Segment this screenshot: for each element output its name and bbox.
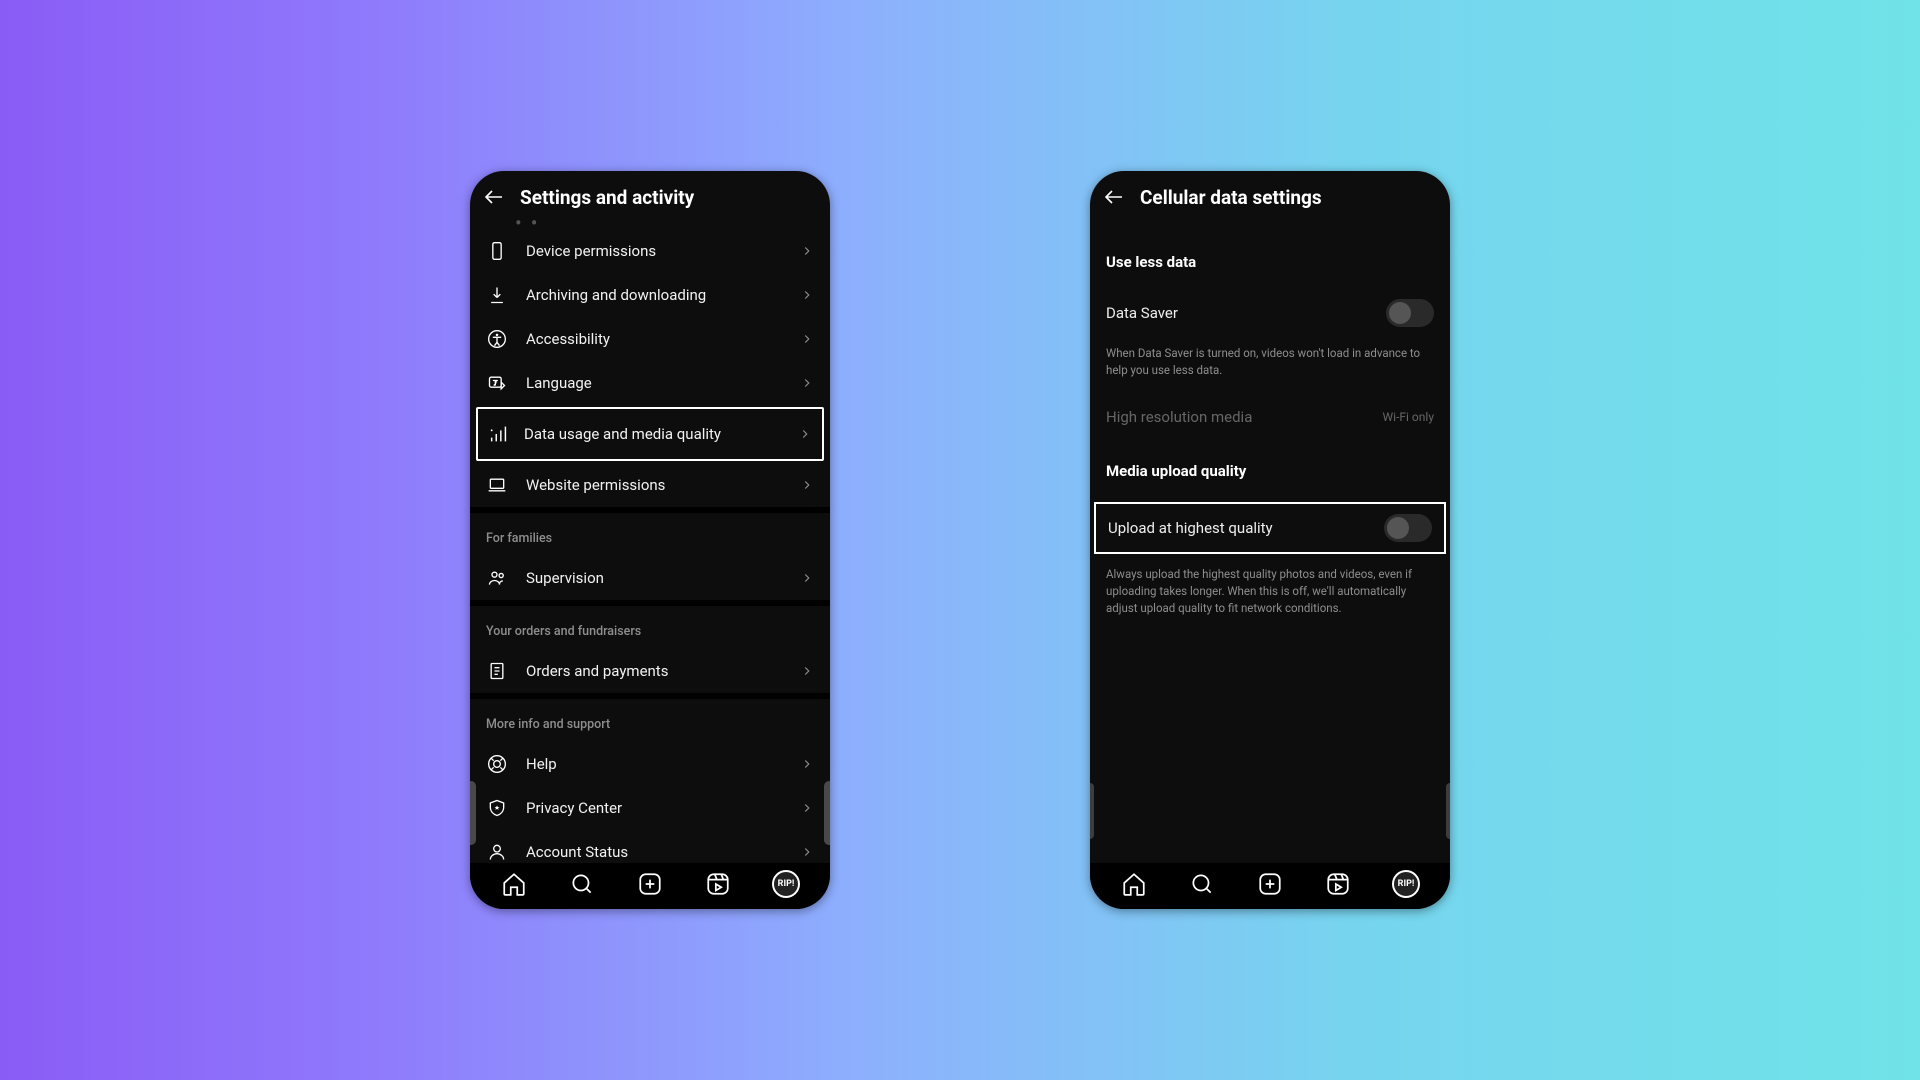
scroll-hint-dots: • • [470,219,830,229]
phone-left-settings: Settings and activity • • Device permiss… [470,171,830,909]
screen-edge-glow [1090,783,1094,839]
page-title: Settings and activity [520,186,694,209]
page-title: Cellular data settings [1140,186,1322,209]
nav-reels-icon[interactable] [704,870,732,898]
row-label: Privacy Center [526,799,782,817]
cellular-scroll: Use less data Data Saver When Data Saver… [1090,219,1450,863]
row-label: Device permissions [526,242,782,260]
data-saver-label: Data Saver [1106,304,1178,322]
language-icon [486,373,508,393]
receipt-icon [486,661,508,681]
chevron-right-icon [800,664,814,678]
row-label: Orders and payments [526,662,782,680]
row-privacy-center[interactable]: Privacy Center [470,786,830,830]
chevron-right-icon [800,288,814,302]
row-accessibility[interactable]: Accessibility [470,317,830,361]
chevron-right-icon [798,427,812,441]
shield-icon [486,798,508,818]
upload-description: Always upload the highest quality photos… [1090,558,1450,622]
row-label: Website permissions [526,476,782,494]
laptop-icon [486,475,508,495]
row-label: Language [526,374,782,392]
upload-label: Upload at highest quality [1108,519,1273,537]
download-icon [486,285,508,305]
section-for-families: For families [470,513,830,556]
nav-home-icon[interactable] [1120,870,1148,898]
people-icon [486,568,508,588]
upload-quality-toggle[interactable] [1384,514,1432,542]
bottom-nav: RIP! [470,863,830,909]
header: Settings and activity [470,171,830,219]
row-label: Account Status [526,843,782,861]
bottom-nav: RIP! [1090,863,1450,909]
accessibility-icon [486,329,508,349]
row-account-status[interactable]: Account Status [470,830,830,863]
chevron-right-icon [800,244,814,258]
back-arrow-icon[interactable] [482,185,506,209]
row-upload-highest-quality: Upload at highest quality [1094,502,1446,554]
screen-edge-glow [1446,783,1450,839]
row-label: Accessibility [526,330,782,348]
row-data-saver: Data Saver [1090,289,1450,337]
section-use-less-data: Use less data [1090,219,1450,289]
phone-icon [486,241,508,261]
settings-scroll: • • Device permissions Archiving and dow… [470,219,830,863]
screen-edge-glow [824,781,830,845]
row-high-resolution-media[interactable]: High resolution media Wi-Fi only [1090,384,1450,434]
chevron-right-icon [800,376,814,390]
row-website-permissions[interactable]: Website permissions [470,463,830,507]
nav-create-icon[interactable] [1256,870,1284,898]
row-label: Supervision [526,569,782,587]
row-data-usage[interactable]: Data usage and media quality [476,407,824,461]
chevron-right-icon [800,845,814,859]
header: Cellular data settings [1090,171,1450,219]
row-archiving[interactable]: Archiving and downloading [470,273,830,317]
row-label: Data usage and media quality [524,425,784,443]
high-res-label: High resolution media [1106,408,1252,426]
section-more-info: More info and support [470,699,830,742]
chevron-right-icon [800,757,814,771]
nav-search-icon[interactable] [1188,870,1216,898]
row-help[interactable]: Help [470,742,830,786]
row-label: Help [526,755,782,773]
screen-edge-glow [470,781,476,845]
cellular-bars-icon [488,423,510,445]
row-label: Archiving and downloading [526,286,782,304]
chevron-right-icon [800,801,814,815]
chevron-right-icon [800,478,814,492]
nav-reels-icon[interactable] [1324,870,1352,898]
section-media-upload: Media upload quality [1090,434,1450,498]
chevron-right-icon [800,571,814,585]
high-res-value: Wi-Fi only [1383,410,1434,424]
row-orders-payments[interactable]: Orders and payments [470,649,830,693]
help-icon [486,754,508,774]
nav-search-icon[interactable] [568,870,596,898]
back-arrow-icon[interactable] [1102,185,1126,209]
nav-home-icon[interactable] [500,870,528,898]
row-device-permissions[interactable]: Device permissions [470,229,830,273]
chevron-right-icon [800,332,814,346]
nav-profile-avatar[interactable]: RIP! [772,870,800,898]
phone-right-cellular: Cellular data settings Use less data Dat… [1090,171,1450,909]
row-language[interactable]: Language [470,361,830,405]
section-orders: Your orders and fundraisers [470,606,830,649]
row-supervision[interactable]: Supervision [470,556,830,600]
nav-create-icon[interactable] [636,870,664,898]
nav-profile-avatar[interactable]: RIP! [1392,870,1420,898]
person-icon [486,842,508,862]
data-saver-description: When Data Saver is turned on, videos won… [1090,337,1450,384]
data-saver-toggle[interactable] [1386,299,1434,327]
